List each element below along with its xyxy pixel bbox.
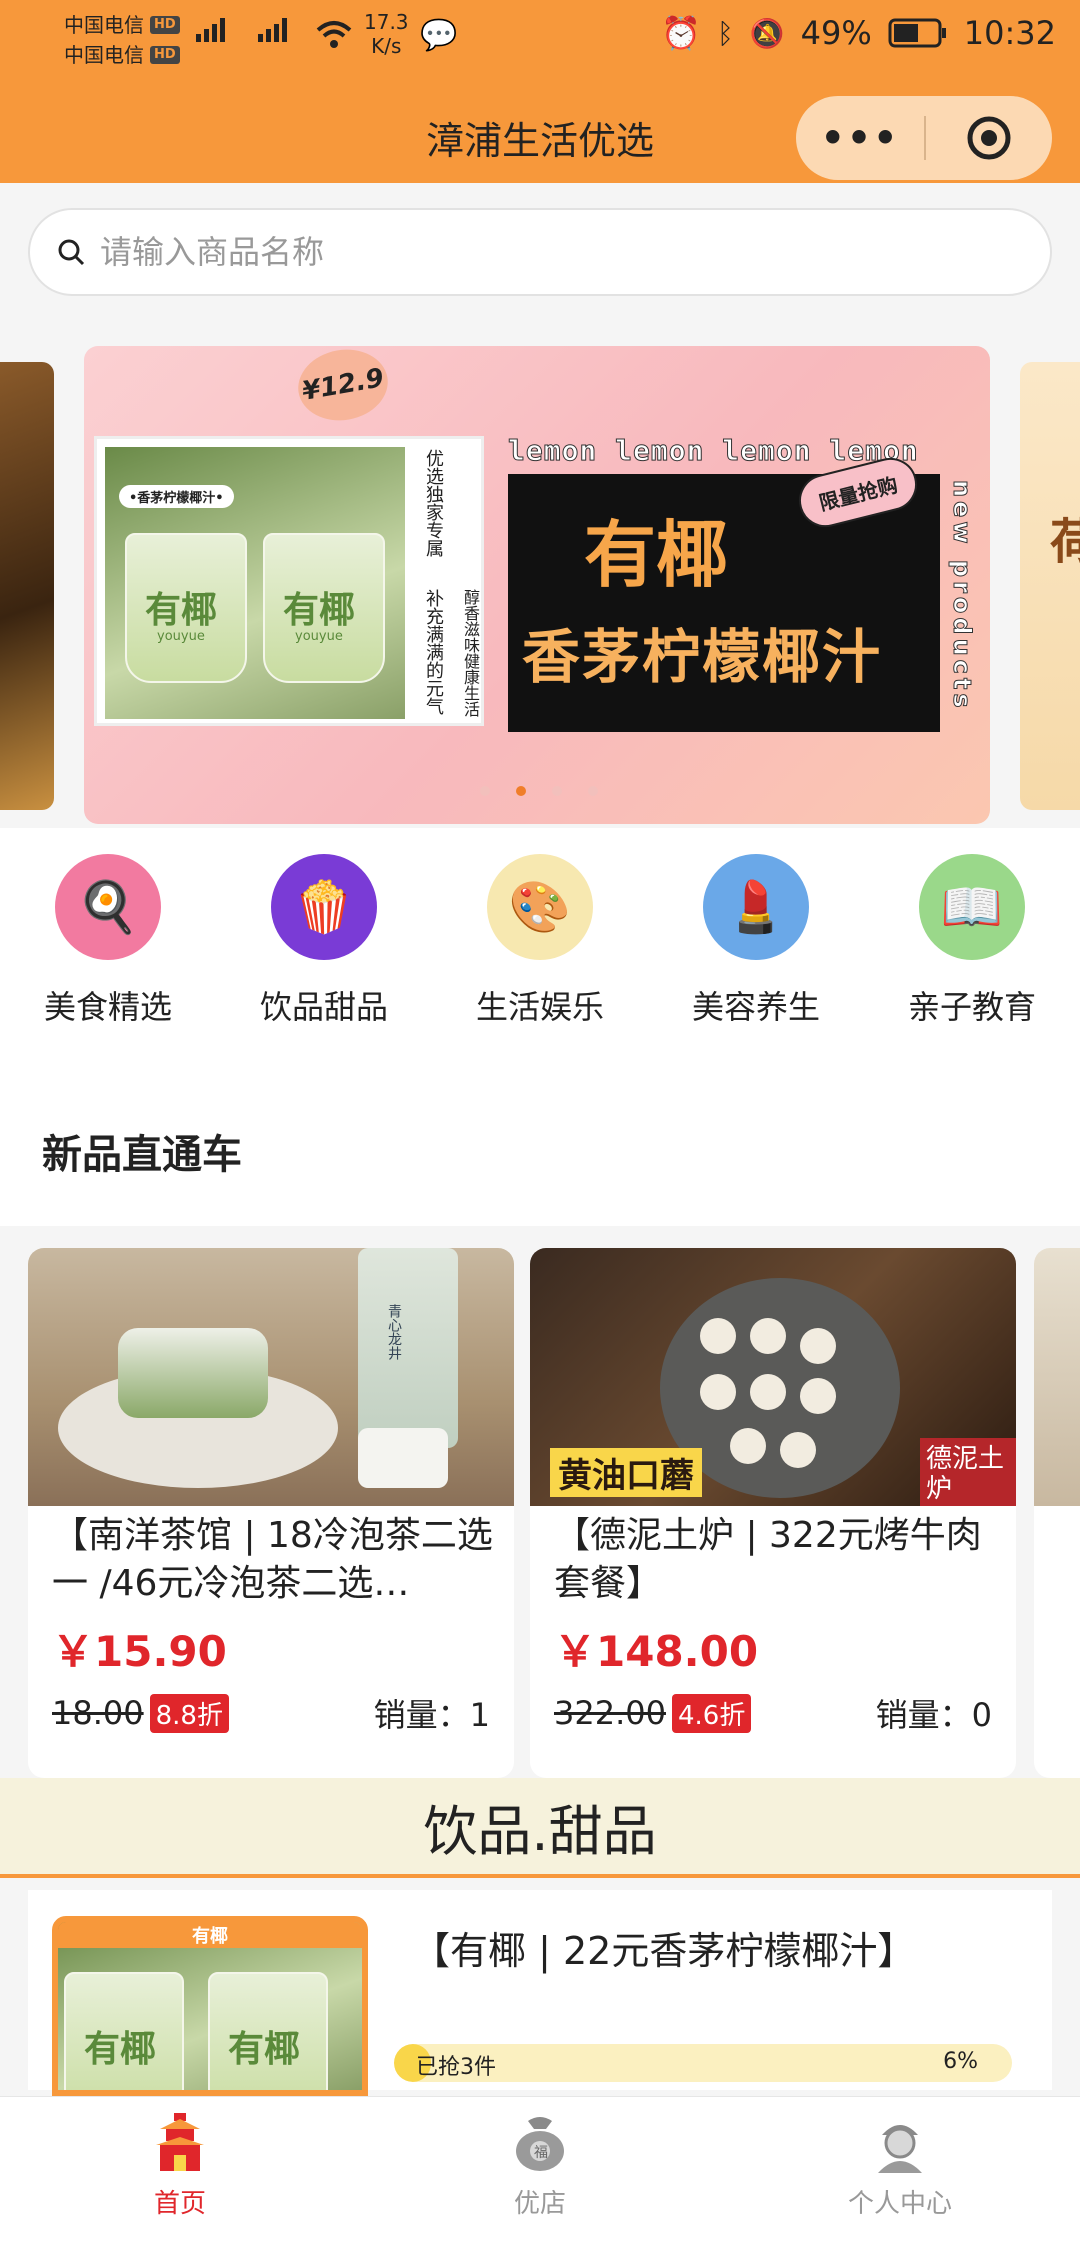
tab-home[interactable]: 首页: [0, 2097, 360, 2244]
cup-image: 有椰 youyue: [263, 533, 385, 683]
search-icon: [58, 239, 85, 266]
user-avatar-icon: [878, 2125, 922, 2173]
category-entertainment[interactable]: 🎨 生活娱乐: [432, 828, 648, 1068]
product-image: 青心龙井: [28, 1248, 514, 1506]
category-nav: 🍳 美食精选 🍿 饮品甜品 🎨 生活娱乐 💄 美容养生 📖 亲子教育: [0, 828, 1080, 1068]
signal-icon: [196, 18, 225, 42]
product-card[interactable]: 黄油口蘑 德泥土炉 【德泥土炉 | 322元烤牛肉套餐】 ￥148.00 322…: [530, 1248, 1016, 1778]
beauty-icon: 💄: [703, 854, 809, 960]
status-bar-carriers: 中国电信 HD 中国电信 HD: [64, 10, 180, 70]
sales-count: 销量：1: [373, 1696, 490, 1734]
drink-icon: 🍿: [271, 854, 377, 960]
mini-program-capsule: •••: [796, 96, 1052, 180]
home-pagoda-icon: [156, 2113, 204, 2171]
product-price: ￥148.00: [554, 1627, 759, 1676]
clock: 10:32: [963, 14, 1056, 52]
search-box[interactable]: [28, 208, 1052, 296]
banner-next-slide[interactable]: 荷: [1020, 362, 1080, 810]
category-education[interactable]: 📖 亲子教育: [864, 828, 1080, 1068]
banner-slogan-3: 醇香滋味健康生活: [461, 589, 480, 717]
banner-photo: •香茅柠檬椰汁• 有椰 youyue 有椰 youyue 优选独家专属 补充满满的元…: [94, 436, 484, 726]
pagination-dot-active[interactable]: [516, 786, 526, 796]
mute-icon: 🔕: [749, 16, 785, 50]
product-name: 【南洋茶馆 | 18冷泡茶二选一 /46元冷泡茶二选…: [52, 1515, 493, 1604]
alarm-icon: ⏰: [661, 14, 701, 52]
pagination-dot[interactable]: [552, 786, 562, 796]
wechat-icon: 💬: [420, 18, 458, 53]
drink-item-image: 有椰 有椰 有椰: [52, 1916, 368, 2096]
drink-item-name: 【有椰 | 22元香茅柠檬椰汁】: [412, 1929, 916, 1973]
discount-badge: 4.6折: [671, 1693, 752, 1733]
search-input[interactable]: [100, 233, 1000, 271]
original-price: 18.00: [52, 1694, 144, 1732]
signal-icon: [258, 18, 287, 42]
hd-badge: HD: [150, 46, 180, 64]
pagination-dot[interactable]: [480, 786, 490, 796]
banner-slogan-1: 优选独家专属: [423, 449, 444, 557]
bluetooth-icon: ᛒ: [716, 16, 734, 50]
education-icon: 📖: [919, 854, 1025, 960]
cup-image: 有椰 youyue: [125, 533, 247, 683]
product-card[interactable]: 青心龙井 【南洋茶馆 | 18冷泡茶二选一 /46元冷泡茶二选… ￥15.90 …: [28, 1248, 514, 1778]
banner-lemon-line: lemon lemon lemon lemon: [508, 434, 919, 468]
drink-item[interactable]: 有椰 有椰 有椰 【有椰 | 22元香茅柠檬椰汁】 已抢3件 6%: [28, 1890, 1052, 2096]
sales-count: 销量：0: [875, 1696, 992, 1734]
category-food[interactable]: 🍳 美食精选: [0, 828, 216, 1068]
bottom-tab-bar: 首页 福 优店 个人中心: [0, 2096, 1080, 2244]
category-drinks[interactable]: 🍿 饮品甜品: [216, 828, 432, 1068]
banner-prev-slide[interactable]: [0, 362, 54, 810]
banner-drinks-image: •香茅柠檬椰汁• 有椰 youyue 有椰 youyue: [105, 447, 405, 719]
wifi-icon: [316, 21, 352, 48]
target-icon[interactable]: [926, 113, 1052, 163]
new-products-section: 新品直通车: [0, 1068, 1080, 1226]
product-image: 黄油口蘑 德泥土炉: [530, 1248, 1016, 1506]
banner-headline-product: 香茅柠檬椰汁: [522, 623, 883, 691]
more-dots-icon[interactable]: •••: [796, 116, 924, 160]
entertainment-icon: 🎨: [487, 854, 593, 960]
carrier-1: 中国电信: [64, 13, 144, 37]
banner-price-badge: ¥12.9: [292, 346, 394, 428]
food-icon: 🍳: [55, 854, 161, 960]
carrier-2: 中国电信: [64, 43, 144, 67]
tab-profile[interactable]: 个人中心: [720, 2097, 1080, 2244]
battery-percent: 49%: [800, 14, 872, 52]
hd-badge: HD: [150, 16, 180, 34]
pagination-dot[interactable]: [588, 786, 598, 796]
banner-slogan-2: 补充满满的元气: [423, 589, 444, 715]
banner-pagination: [480, 786, 598, 796]
battery-icon: [888, 18, 946, 48]
banner-new-products: new products: [948, 480, 977, 713]
status-bar-right: ⏰ ᛒ 🔕 49% 10:32: [661, 14, 1056, 52]
drinks-section-title: 饮品.甜品: [0, 1778, 1080, 1878]
discount-badge: 8.8折: [149, 1693, 229, 1733]
banner-tag: •香茅柠檬椰汁•: [119, 485, 234, 508]
banner-headline-brand: 有椰: [584, 513, 729, 597]
promo-banner[interactable]: •香茅柠檬椰汁• 有椰 youyue 有椰 youyue 优选独家专属 补充满满的元…: [84, 346, 990, 824]
tab-shop[interactable]: 福 优店: [360, 2097, 720, 2244]
original-price: 322.00: [554, 1694, 666, 1732]
grabbed-percent: 6%: [943, 2049, 978, 2074]
product-price: ￥15.90: [52, 1627, 227, 1676]
section-title: 新品直通车: [42, 1132, 242, 1178]
svg-text:福: 福: [534, 2145, 548, 2161]
network-speed: 17.3 K/s: [364, 10, 409, 58]
header-bar: 中国电信 HD 中国电信 HD 17.3 K/s 💬 ⏰ ᛒ 🔕 49% 10:32…: [0, 0, 1080, 183]
category-beauty[interactable]: 💄 美容养生: [648, 828, 864, 1068]
product-card-peek[interactable]: [1034, 1248, 1080, 1778]
grab-progress-bar: 已抢3件 6%: [394, 2044, 1012, 2082]
product-name: 【德泥土炉 | 322元烤牛肉套餐】: [554, 1515, 982, 1604]
lucky-bag-icon: 福: [516, 2117, 564, 2171]
grabbed-count: 已抢3件: [416, 2055, 496, 2080]
banner-headline-box: 有椰 香茅柠檬椰汁 限量抢购: [508, 452, 940, 732]
